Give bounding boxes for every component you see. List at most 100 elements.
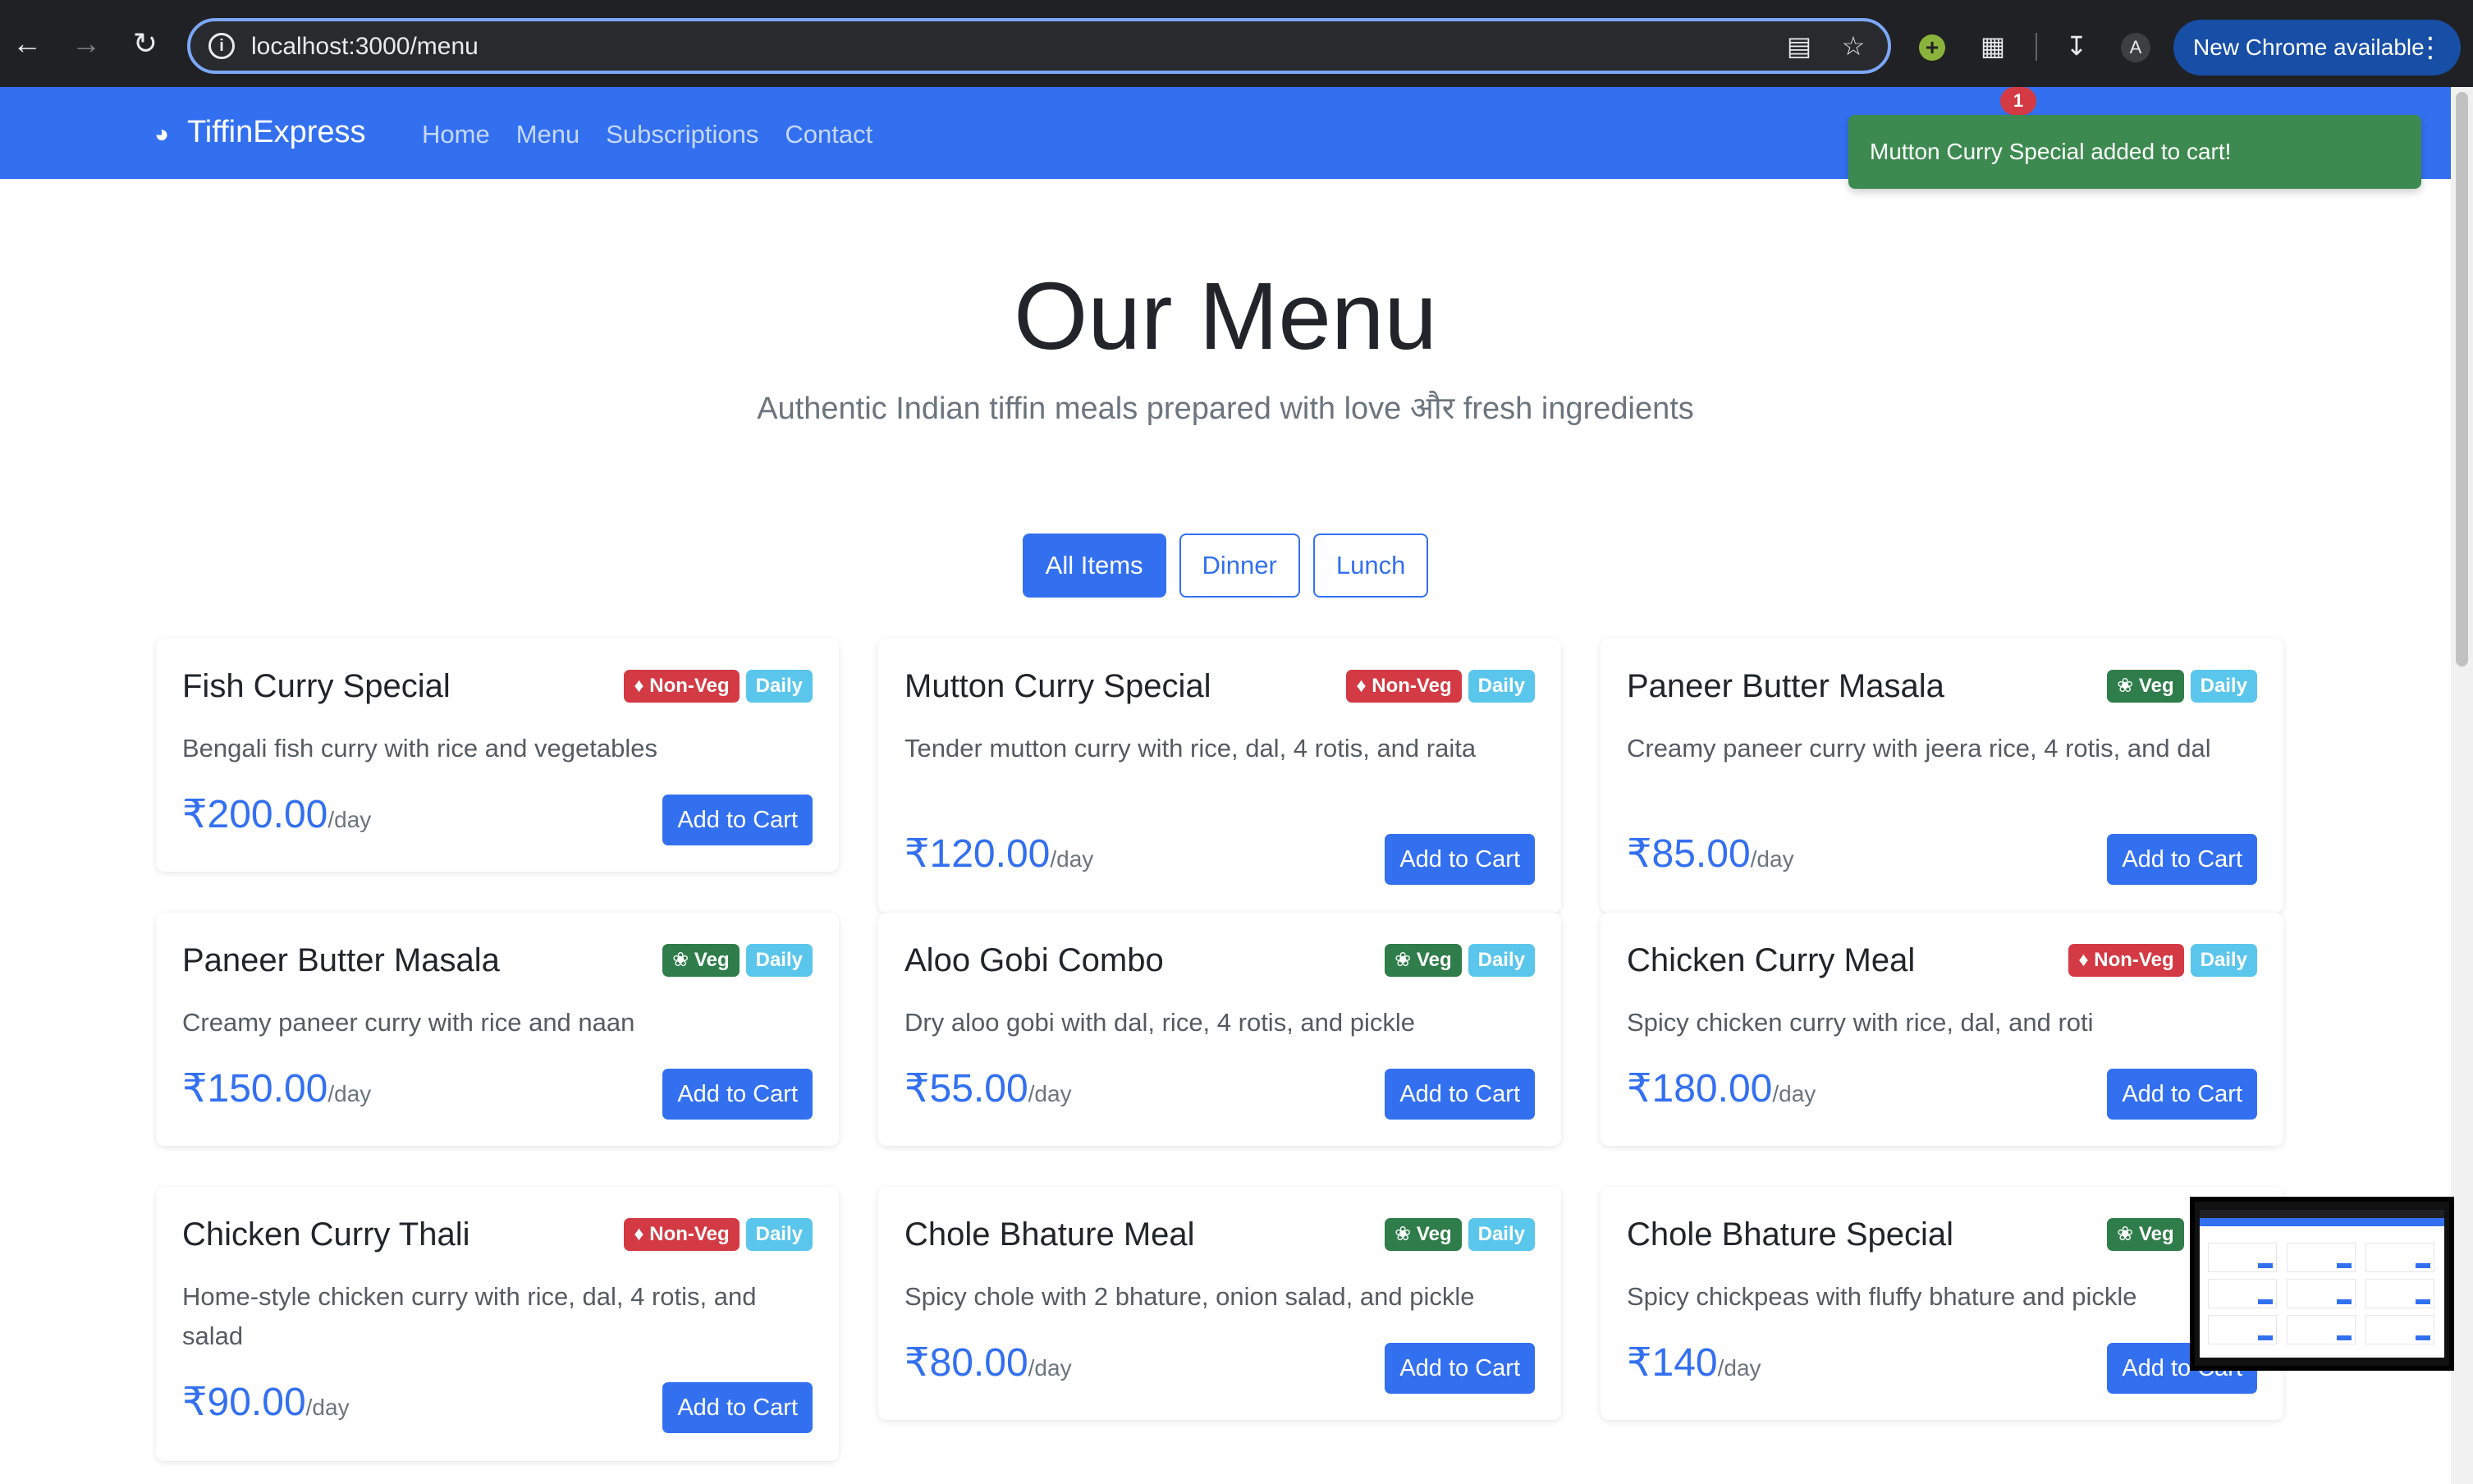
daily-badge: Daily bbox=[1468, 670, 1535, 703]
item-badges: ❀ VegDaily bbox=[1385, 1218, 1535, 1251]
extensions-puzzle-icon[interactable]: ▦ bbox=[1975, 28, 2011, 64]
item-description: Bengali fish curry with rice and vegetab… bbox=[182, 734, 657, 763]
type-label: Non-Veg bbox=[1372, 675, 1452, 697]
daily-badge: Daily bbox=[745, 944, 813, 977]
price-unit: /day bbox=[1050, 846, 1094, 872]
back-icon[interactable]: ← bbox=[8, 25, 46, 62]
item-name: Fish Curry Special bbox=[182, 668, 451, 704]
preview-thumbnail bbox=[2200, 1210, 2444, 1358]
daily-badge: Daily bbox=[1468, 944, 1535, 977]
chrome-update-button[interactable]: New Chrome available ⋮ bbox=[2173, 20, 2461, 76]
item-name: Mutton Curry Special bbox=[904, 668, 1211, 704]
price-unit: /day bbox=[305, 1395, 350, 1420]
price-value: ₹180.00 bbox=[1627, 1067, 1773, 1111]
chrome-update-label: New Chrome available bbox=[2193, 34, 2425, 60]
item-description: Spicy chickpeas with fluffy bhature and … bbox=[1627, 1282, 2137, 1311]
address-bar[interactable]: i localhost:3000/menu ▤ ☆ bbox=[187, 18, 1891, 74]
bowl-icon: ◕ bbox=[154, 121, 170, 148]
nav-subscriptions[interactable]: Subscriptions bbox=[606, 120, 758, 149]
add-to-cart-button[interactable]: Add to Cart bbox=[2107, 1069, 2257, 1120]
type-label: Non-Veg bbox=[649, 1223, 730, 1245]
item-price: ₹180.00/day bbox=[1627, 1065, 1816, 1111]
category-filters: All Items Dinner Lunch bbox=[0, 534, 2451, 598]
scrollbar-thumb[interactable] bbox=[2456, 92, 2468, 666]
type-label: Non-Veg bbox=[2094, 949, 2174, 971]
add-to-cart-button[interactable]: Add to Cart bbox=[662, 1069, 813, 1120]
item-badges: ♦ Non-Veg Daily bbox=[2068, 944, 2257, 977]
type-label: Veg bbox=[2138, 675, 2174, 697]
site-info-icon[interactable]: i bbox=[208, 33, 235, 59]
add-to-cart-button[interactable]: Add to Cart bbox=[662, 795, 813, 845]
type-label: Veg bbox=[1416, 1223, 1452, 1245]
item-name: Chole Bhature Meal bbox=[904, 1216, 1195, 1253]
add-to-cart-button[interactable]: Add to Cart bbox=[1385, 834, 1535, 885]
veg-badge: ❀ Veg bbox=[1385, 1218, 1462, 1251]
kebab-menu-icon[interactable]: ⋮ bbox=[2416, 20, 2444, 76]
veg-badge: ❀ Veg bbox=[662, 944, 740, 977]
item-badges: ❀ Veg Daily bbox=[2107, 670, 2257, 703]
price-unit: /day bbox=[1750, 846, 1794, 872]
leaf-icon: ❀ bbox=[2117, 675, 2139, 697]
price-value: ₹55.00 bbox=[904, 1067, 1028, 1111]
download-icon[interactable]: ↧ bbox=[2059, 28, 2095, 64]
daily-badge: Daily bbox=[745, 670, 813, 703]
price-unit: /day bbox=[327, 807, 372, 832]
item-description: Creamy paneer curry with rice and naan bbox=[182, 1008, 635, 1037]
toolbar-divider bbox=[2036, 33, 2037, 61]
item-name: Paneer Butter Masala bbox=[182, 942, 500, 978]
type-label: Veg bbox=[694, 949, 730, 971]
item-price: ₹140/day bbox=[1627, 1340, 1761, 1386]
bookmark-star-icon[interactable]: ☆ bbox=[1835, 28, 1871, 64]
item-description: Tender mutton curry with rice, dal, 4 ro… bbox=[904, 734, 1477, 763]
item-price: ₹90.00/day bbox=[182, 1379, 350, 1425]
leaf-icon: ❀ bbox=[672, 949, 694, 971]
menu-card: Fish Curry Special ♦ Non-Veg Daily Bengali … bbox=[156, 639, 839, 872]
daily-badge: Daily bbox=[2190, 670, 2257, 703]
nav-contact[interactable]: Contact bbox=[785, 120, 872, 149]
price-unit: /day bbox=[327, 1081, 372, 1106]
item-price: ₹55.00/day bbox=[904, 1065, 1072, 1111]
price-unit: /day bbox=[1028, 1355, 1072, 1381]
price-value: ₹140 bbox=[1627, 1341, 1718, 1385]
item-badges: ♦ Non-Veg Daily bbox=[624, 1218, 813, 1251]
nonveg-badge: ♦ Non-Veg bbox=[624, 1218, 740, 1251]
type-label: Veg bbox=[2138, 1223, 2174, 1245]
brand-link[interactable]: ◕ TiffinExpress bbox=[154, 115, 366, 150]
drumstick-icon: ♦ bbox=[1356, 675, 1372, 697]
forward-icon[interactable]: → bbox=[67, 25, 105, 62]
url-text[interactable]: localhost:3000/menu bbox=[251, 33, 479, 61]
nav-menu[interactable]: Menu bbox=[516, 120, 580, 149]
item-description: Home-style chicken curry with rice, dal,… bbox=[182, 1282, 757, 1350]
extension-plus-icon[interactable]: + bbox=[1919, 34, 1945, 61]
cart-count-badge: 1 bbox=[2000, 87, 2036, 115]
item-badges: ❀ VegDaily bbox=[1385, 944, 1535, 977]
item-price: ₹200.00/day bbox=[182, 791, 371, 837]
install-app-icon[interactable]: ▤ bbox=[1781, 28, 1817, 64]
nonveg-badge: ♦ Non-Veg bbox=[1346, 670, 1462, 703]
nav-home[interactable]: Home bbox=[422, 120, 490, 149]
screen-share-preview[interactable] bbox=[2190, 1197, 2454, 1371]
item-name: Chicken Curry Thali bbox=[182, 1216, 470, 1253]
price-value: ₹80.00 bbox=[904, 1341, 1028, 1385]
add-to-cart-button[interactable]: Add to Cart bbox=[2107, 834, 2257, 885]
add-to-cart-button[interactable]: Add to Cart bbox=[1385, 1343, 1535, 1394]
page-scrollbar[interactable] bbox=[2451, 87, 2473, 1484]
price-value: ₹85.00 bbox=[1627, 832, 1751, 876]
filter-lunch[interactable]: Lunch bbox=[1312, 534, 1429, 598]
price-unit: /day bbox=[1772, 1081, 1816, 1106]
item-price: ₹80.00/day bbox=[904, 1340, 1072, 1386]
reload-icon[interactable]: ↻ bbox=[126, 25, 164, 62]
item-name: Chole Bhature Special bbox=[1627, 1216, 1954, 1253]
filter-all-items[interactable]: All Items bbox=[1022, 534, 1166, 598]
menu-card: Mutton Curry Special ♦ Non-Veg Daily Tender… bbox=[878, 639, 1561, 913]
item-badges: ❀ VegDaily bbox=[662, 944, 813, 977]
menu-card: Aloo Gobi Combo ❀ Veg Daily Dry aloo gobi w… bbox=[878, 913, 1561, 1146]
add-to-cart-button[interactable]: Add to Cart bbox=[662, 1382, 813, 1433]
nonveg-badge: ♦ Non-Veg bbox=[2068, 944, 2184, 977]
add-to-cart-button[interactable]: Add to Cart bbox=[1385, 1069, 1535, 1120]
profile-avatar[interactable]: A bbox=[2121, 33, 2150, 62]
price-value: ₹200.00 bbox=[182, 793, 328, 836]
filter-dinner[interactable]: Dinner bbox=[1179, 534, 1300, 598]
drumstick-icon: ♦ bbox=[2078, 949, 2095, 971]
item-description: Spicy chole with 2 bhature, onion salad,… bbox=[904, 1282, 1475, 1311]
